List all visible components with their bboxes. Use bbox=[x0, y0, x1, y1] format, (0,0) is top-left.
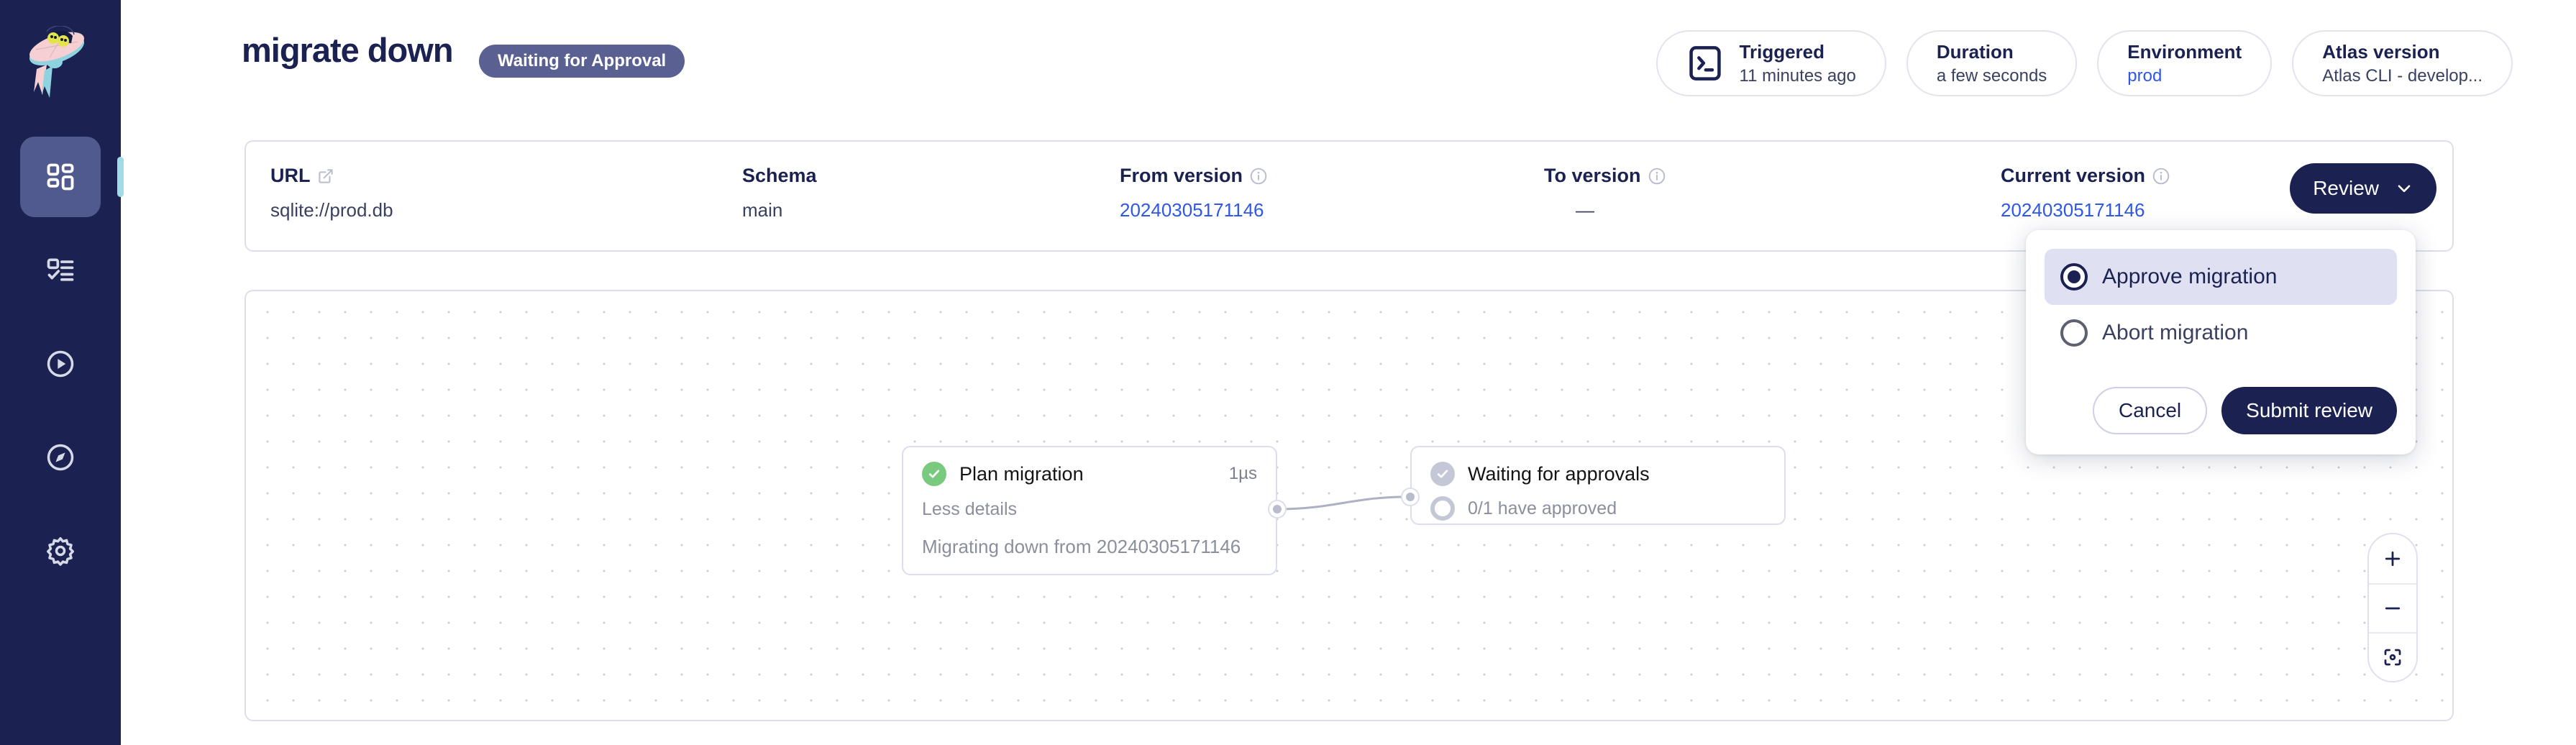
status-badge: Waiting for Approval bbox=[479, 45, 685, 78]
pill-value-link[interactable]: prod bbox=[2127, 66, 2242, 86]
compass-icon bbox=[47, 444, 74, 471]
flow-node-duration: 1µs bbox=[1228, 464, 1257, 483]
app-logo[interactable] bbox=[0, 0, 121, 137]
radio-button-selected[interactable] bbox=[2060, 263, 2088, 291]
header-pill-row: Triggered 11 minutes ago Duration a few … bbox=[1655, 30, 2513, 96]
radio-option-abort-migration[interactable]: Abort migration bbox=[2045, 305, 2397, 361]
sidebar-item-runs[interactable] bbox=[20, 324, 101, 404]
flow-node-title: Waiting for approvals bbox=[1468, 462, 1650, 485]
review-button-label: Review bbox=[2313, 177, 2379, 199]
page-title: migrate down bbox=[242, 31, 454, 69]
radio-label: Abort migration bbox=[2102, 321, 2249, 344]
info-label: Schema bbox=[742, 165, 817, 186]
menu-action-row: Cancel Submit review bbox=[2045, 387, 2397, 434]
sidebar-item-settings[interactable] bbox=[20, 511, 101, 591]
sidebar bbox=[0, 0, 124, 745]
flow-node-waiting-for-approvals[interactable]: Waiting for approvals 0/1 have approved bbox=[1410, 446, 1786, 525]
pill-label: Environment bbox=[2127, 40, 2242, 63]
fit-view-button[interactable] bbox=[2369, 632, 2416, 681]
pill-duration[interactable]: Duration a few seconds bbox=[1906, 30, 2078, 96]
info-icon[interactable] bbox=[1648, 167, 1666, 186]
radio-button-unselected[interactable] bbox=[2060, 319, 2088, 347]
minus-icon bbox=[2385, 607, 2401, 610]
info-column-url: URL sqlite://prod.db bbox=[270, 165, 393, 221]
page-header: migrate down Waiting for Approval Trigge… bbox=[121, 0, 2576, 127]
zoom-in-button[interactable] bbox=[2369, 534, 2416, 583]
flow-node-toggle-details[interactable]: Less details bbox=[903, 499, 1276, 520]
review-button[interactable]: Review bbox=[2290, 163, 2436, 214]
info-value-link[interactable]: 20240305171146 bbox=[2001, 199, 2170, 221]
sidebar-item-dashboard[interactable] bbox=[20, 137, 124, 217]
info-label: From version bbox=[1120, 165, 1243, 186]
fit-view-icon bbox=[2384, 649, 2401, 666]
pill-label: Atlas version bbox=[2322, 40, 2440, 63]
info-icon[interactable] bbox=[1249, 167, 1268, 186]
pill-environment[interactable]: Environment prod bbox=[2097, 30, 2273, 96]
info-column-current-version: Current version 20240305171146 bbox=[2001, 165, 2170, 221]
radio-option-approve-migration[interactable]: Approve migration bbox=[2045, 249, 2397, 305]
pill-value: 11 minutes ago bbox=[1739, 65, 1856, 86]
flow-node-title: Plan migration bbox=[959, 462, 1084, 485]
pill-atlas-version[interactable]: Atlas version Atlas CLI - develop... bbox=[2292, 30, 2513, 96]
external-link-icon[interactable] bbox=[317, 168, 334, 185]
radio-dot bbox=[2068, 270, 2081, 283]
terminal-icon bbox=[1686, 44, 1724, 83]
flow-node-output-port[interactable] bbox=[1269, 501, 1285, 517]
info-column-to-version: To version — bbox=[1544, 165, 1666, 221]
review-dropdown-menu: Approve migration Abort migration Cancel… bbox=[2026, 230, 2416, 454]
sidebar-item-tasks[interactable] bbox=[20, 230, 101, 311]
gear-icon bbox=[47, 537, 74, 566]
submit-review-button[interactable]: Submit review bbox=[2221, 387, 2397, 434]
info-icon[interactable] bbox=[2152, 167, 2170, 186]
info-column-from-version: From version 20240305171146 bbox=[1120, 165, 1268, 221]
flow-node-input-port[interactable] bbox=[1402, 489, 1418, 505]
pill-label: Triggered bbox=[1739, 40, 1825, 63]
atlas-ufo-logo-icon bbox=[29, 26, 85, 98]
success-check-icon bbox=[922, 462, 946, 486]
active-accent-bar bbox=[117, 157, 124, 197]
cancel-button[interactable]: Cancel bbox=[2092, 387, 2208, 434]
pending-ring-icon bbox=[1430, 496, 1455, 521]
sidebar-item-explore[interactable] bbox=[20, 417, 101, 498]
info-value-link[interactable]: 20240305171146 bbox=[1120, 199, 1268, 221]
canvas-zoom-controls bbox=[2367, 533, 2418, 682]
play-circle-icon bbox=[47, 350, 74, 378]
info-label: Current version bbox=[2001, 165, 2146, 186]
plus-icon bbox=[2385, 551, 2401, 567]
grid-icon bbox=[47, 163, 74, 191]
radio-label: Approve migration bbox=[2102, 265, 2278, 288]
zoom-out-button[interactable] bbox=[2369, 583, 2416, 632]
pill-label: Duration bbox=[1936, 40, 2014, 63]
info-value: main bbox=[742, 199, 783, 221]
flow-node-detail-text: Migrating down from 20240305171146 bbox=[922, 536, 1241, 557]
pill-value: Atlas CLI - develop... bbox=[2322, 65, 2483, 86]
pending-check-icon bbox=[1430, 462, 1455, 486]
flow-node-approval-count: 0/1 have approved bbox=[1468, 498, 1617, 518]
info-label: To version bbox=[1544, 165, 1641, 186]
info-label: URL bbox=[270, 165, 311, 186]
chevron-down-icon bbox=[2398, 185, 2411, 193]
flow-node-plan-migration[interactable]: Plan migration 1µs Less details Migratin… bbox=[902, 446, 1277, 575]
pill-value: a few seconds bbox=[1936, 65, 2047, 86]
checklist-icon bbox=[47, 258, 74, 281]
pill-triggered[interactable]: Triggered 11 minutes ago bbox=[1655, 30, 1886, 96]
info-value: sqlite://prod.db bbox=[270, 199, 393, 221]
info-value: — bbox=[1576, 199, 1594, 221]
info-column-schema: Schema main bbox=[742, 165, 817, 221]
